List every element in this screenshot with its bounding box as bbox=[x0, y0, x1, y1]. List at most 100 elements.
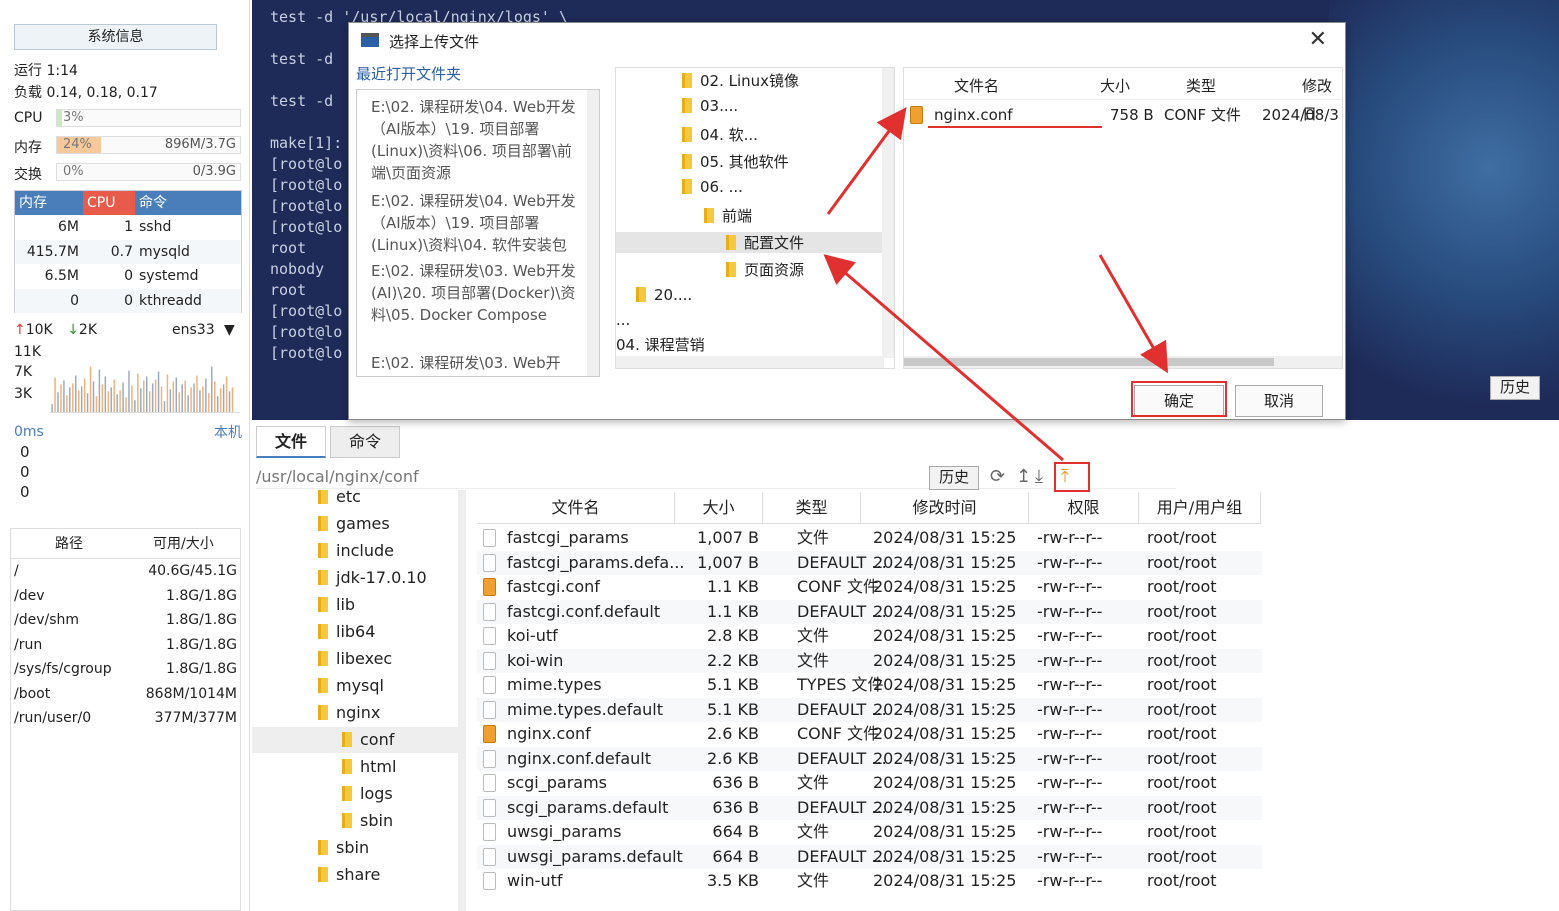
dir-tree-item[interactable]: jdk-17.0.10 bbox=[252, 565, 462, 591]
download-icon[interactable]: ⤓ bbox=[1035, 466, 1043, 487]
refresh-icon[interactable]: ⟳ bbox=[990, 466, 1005, 487]
file-col-header[interactable]: 类型 bbox=[763, 492, 861, 524]
dir-tree-item[interactable]: etc bbox=[252, 490, 462, 510]
traffic-bar bbox=[92, 381, 95, 412]
folder-tree-item[interactable]: 04. 软... bbox=[682, 124, 758, 145]
file-row[interactable]: uwsgi_params 664 B 文件 2024/08/31 15:25 -rw-r… bbox=[477, 820, 1262, 845]
dir-tree-item[interactable]: nginx bbox=[252, 700, 462, 726]
file-col-header[interactable]: 修改时间 bbox=[861, 492, 1029, 524]
mem-value: 896M/3.7G bbox=[164, 137, 236, 152]
dir-tree-item[interactable]: conf bbox=[252, 727, 462, 753]
dir-tree-item[interactable]: libexec bbox=[252, 646, 462, 672]
iface-select[interactable]: ens33 bbox=[172, 322, 215, 338]
file-col-header[interactable]: 权限 bbox=[1029, 492, 1139, 524]
file-row[interactable]: mime.types.default 5.1 KB DEFAULT ... 2024/… bbox=[477, 697, 1262, 722]
process-row[interactable]: 415.7M 0.7 mysqld bbox=[15, 239, 241, 264]
file-col-header[interactable]: 文件名 bbox=[477, 492, 675, 524]
folder-tree-item[interactable]: 03.... bbox=[682, 97, 738, 115]
folder-tree-item[interactable]: 20.... bbox=[636, 286, 692, 304]
disk-row[interactable]: /dev 1.8G/1.8G bbox=[11, 584, 240, 609]
dir-name: nginx bbox=[336, 703, 381, 722]
recent-folder-item[interactable]: E:\02. 课程研发\03. Web开 bbox=[371, 352, 581, 374]
folder-tree-item[interactable]: ... bbox=[616, 311, 630, 329]
history-button[interactable]: 历史 bbox=[1490, 376, 1540, 400]
folder-tree-item[interactable]: 06. ... bbox=[682, 178, 743, 196]
col-cmd[interactable]: 命令 bbox=[139, 191, 167, 215]
v-scrollbar[interactable] bbox=[587, 90, 599, 376]
folder-tree-item[interactable]: 前端 bbox=[704, 205, 752, 226]
dir-tree-item[interactable]: lib bbox=[252, 592, 462, 618]
v-scrollbar[interactable] bbox=[882, 68, 894, 358]
col-cpu[interactable]: CPU bbox=[83, 191, 135, 215]
cancel-button[interactable]: 取消 bbox=[1235, 385, 1323, 417]
up-dir-icon[interactable]: ↥ bbox=[1016, 466, 1031, 487]
file-row[interactable]: scgi_params 636 B 文件 2024/08/31 15:25 -rw-r-… bbox=[477, 771, 1262, 796]
folder-tree-item[interactable]: 05. 其他软件 bbox=[682, 151, 789, 172]
ping-host[interactable]: 本机 bbox=[214, 422, 242, 442]
close-icon[interactable]: ✕ bbox=[1309, 27, 1327, 52]
process-row[interactable]: 6M 1 sshd bbox=[15, 215, 241, 240]
v-scrollbar[interactable] bbox=[458, 490, 466, 911]
file-row[interactable]: fastcgi.conf.default 1.1 KB DEFAULT ... 202… bbox=[477, 599, 1262, 624]
file-row[interactable]: fastcgi_params.defa... 1,007 B DEFAULT ...… bbox=[477, 550, 1262, 575]
disk-row[interactable]: /sys/fs/cgroup 1.8G/1.8G bbox=[11, 657, 240, 682]
disk-row[interactable]: /dev/shm 1.8G/1.8G bbox=[11, 608, 240, 633]
disk-row[interactable]: /boot 868M/1014M bbox=[11, 682, 240, 707]
file-row[interactable]: koi-utf 2.8 KB 文件 2024/08/31 15:25 -rw-r--r-… bbox=[477, 624, 1262, 649]
system-info-button[interactable]: 系统信息 bbox=[14, 24, 217, 50]
folder-tree-item[interactable]: 配置文件 bbox=[616, 232, 886, 253]
folder-tree-item[interactable]: 02. Linux镜像 bbox=[682, 70, 799, 91]
file-col-header[interactable]: 类型 bbox=[1186, 72, 1216, 100]
dir-tree-item[interactable]: mysql bbox=[252, 673, 462, 699]
col-size[interactable]: 可用/大小 bbox=[153, 529, 214, 559]
dir-tree-item[interactable]: include bbox=[252, 538, 462, 564]
process-row[interactable]: 6.5M 0 systemd bbox=[15, 264, 241, 289]
process-row[interactable]: 0 0 kthreadd bbox=[15, 288, 241, 313]
file-row[interactable]: koi-win 2.2 KB 文件 2024/08/31 15:25 -rw-r--r-… bbox=[477, 648, 1262, 673]
folder-icon bbox=[318, 705, 328, 720]
dir-tree-item[interactable]: logs bbox=[252, 781, 462, 807]
file-row[interactable]: nginx.conf 2.6 KB CONF 文件 2024/08/31 15:25 -… bbox=[477, 722, 1262, 747]
folder-tree-item[interactable]: 04. 课程营销 bbox=[616, 334, 705, 355]
recent-folder-item[interactable]: E:\02. 课程研发\04. Web开发（AI版本）\19. 项目部署(Lin… bbox=[371, 96, 581, 184]
swap-label: 交换 bbox=[14, 167, 42, 183]
file-row[interactable]: nginx.conf.default 2.6 KB DEFAULT ... 2024/… bbox=[477, 746, 1262, 771]
file-name: nginx.conf bbox=[507, 724, 591, 743]
chevron-down-icon[interactable]: ▼ bbox=[224, 322, 235, 338]
h-scrollbar[interactable] bbox=[904, 356, 1342, 368]
dir-tree-item[interactable]: games bbox=[252, 511, 462, 537]
tab-commands[interactable]: 命令 bbox=[330, 426, 400, 458]
file-col-header[interactable]: 用户/用户组 bbox=[1139, 492, 1261, 524]
recent-folder-item[interactable]: E:\02. 课程研发\03. Web开发(AI)\20. 项目部署(Docke… bbox=[371, 260, 581, 326]
tab-files[interactable]: 文件 bbox=[256, 426, 326, 458]
file-col-header[interactable]: 文件名 bbox=[954, 72, 999, 100]
disk-row[interactable]: /run 1.8G/1.8G bbox=[11, 633, 240, 658]
folder-icon bbox=[318, 678, 328, 693]
proc-mem: 6M bbox=[58, 219, 79, 235]
ping-row: 0 bbox=[20, 463, 30, 481]
fm-history-button[interactable]: 历史 bbox=[929, 466, 979, 490]
file-row[interactable]: fastcgi_params 1,007 B 文件 2024/08/31 15:25 -… bbox=[477, 526, 1262, 551]
file-row[interactable]: mime.types 5.1 KB TYPES 文件 2024/08/31 15:25… bbox=[477, 673, 1262, 698]
local-folder-tree: 02. Linux镜像 03.... 04. 软... 05. 其他软件 06. ...… bbox=[615, 67, 895, 369]
disk-row[interactable]: /run/user/0 377M/377M bbox=[11, 706, 240, 731]
col-mem[interactable]: 内存 bbox=[19, 191, 47, 215]
dir-tree-item[interactable]: sbin bbox=[252, 808, 462, 834]
traffic-bar bbox=[89, 366, 92, 412]
dir-tree-item[interactable]: share bbox=[252, 862, 462, 888]
dir-tree-item[interactable]: sbin bbox=[252, 835, 462, 861]
file-row[interactable]: scgi_params.default 636 B DEFAULT ... 2024/… bbox=[477, 795, 1262, 820]
file-col-header[interactable]: 大小 bbox=[675, 492, 763, 524]
dir-tree-item[interactable]: lib64 bbox=[252, 619, 462, 645]
col-path[interactable]: 路径 bbox=[55, 529, 83, 559]
h-scrollbar[interactable] bbox=[616, 356, 884, 368]
file-row[interactable]: uwsgi_params.default 664 B DEFAULT ... 2024… bbox=[477, 844, 1262, 869]
dir-tree-item[interactable]: html bbox=[252, 754, 462, 780]
recent-folder-item[interactable]: E:\02. 课程研发\04. Web开发（AI版本）\19. 项目部署(Lin… bbox=[371, 190, 581, 256]
file-row[interactable]: nginx.conf 758 B CONF 文件 2024/08/3 bbox=[904, 102, 1342, 128]
folder-tree-item[interactable]: 页面资源 bbox=[726, 259, 804, 280]
file-row[interactable]: win-utf 3.5 KB 文件 2024/08/31 15:25 -rw-r--r-… bbox=[477, 869, 1262, 894]
file-col-header[interactable]: 大小 bbox=[1100, 72, 1130, 100]
disk-row[interactable]: / 40.6G/45.1G bbox=[11, 559, 240, 584]
file-row[interactable]: fastcgi.conf 1.1 KB CONF 文件 2024/08/31 15:2… bbox=[477, 575, 1262, 600]
